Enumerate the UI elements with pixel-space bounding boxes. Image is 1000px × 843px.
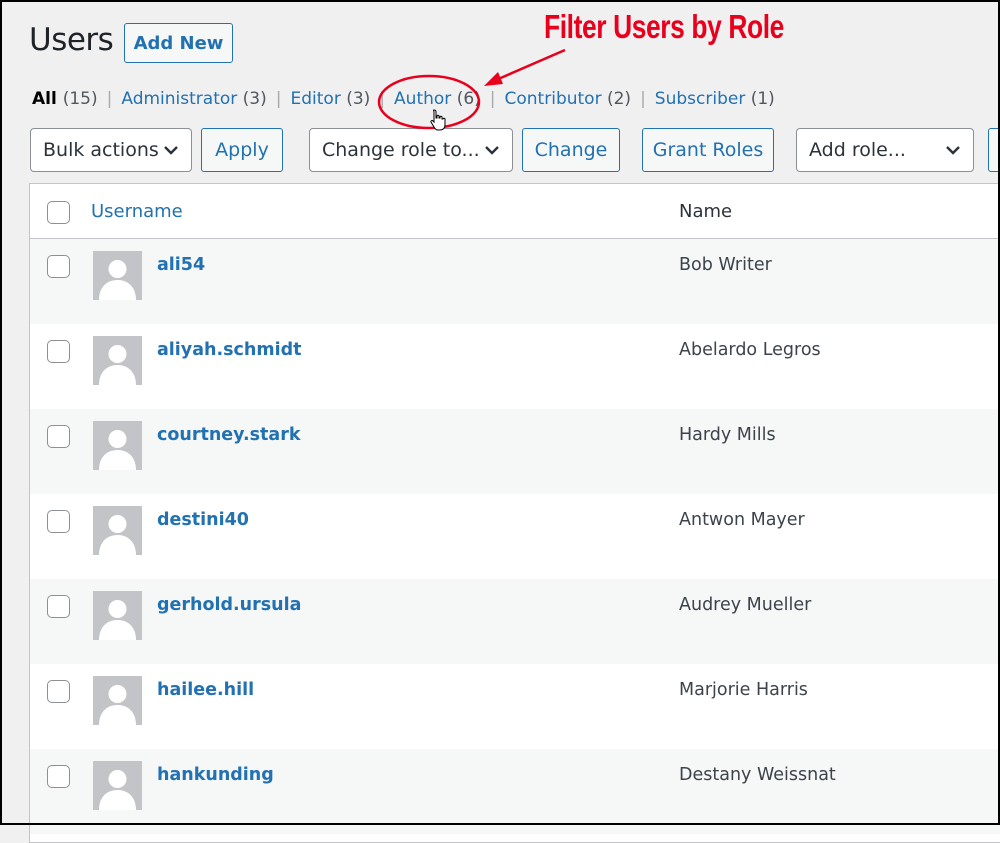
table-row: hailee.hill Marjorie Harris: [30, 664, 1000, 749]
hand-cursor-icon: [430, 109, 446, 131]
row-checkbox[interactable]: [47, 680, 70, 703]
table-row: gerhold.ursula Audrey Mueller: [30, 579, 1000, 664]
role-filter-links: All (15) | Administrator (3) | Editor (3…: [32, 89, 775, 109]
separator: |: [106, 89, 113, 109]
table-header: Username Name: [30, 184, 1000, 239]
change-button[interactable]: Change: [522, 128, 620, 172]
table-body: ali54 Bob Writer aliyah.schmidt Abelardo Le…: [30, 239, 1000, 834]
filter-author[interactable]: Author (6): [394, 89, 481, 109]
user-avatar-icon: [99, 600, 136, 640]
username-link[interactable]: hailee.hill: [157, 680, 254, 700]
filter-count: (15): [62, 89, 98, 109]
avatar: [93, 421, 142, 470]
separator: |: [275, 89, 282, 109]
apply-button[interactable]: Apply: [201, 128, 283, 172]
filter-count: (6): [456, 89, 481, 109]
user-full-name: Bob Writer: [679, 255, 772, 275]
filter-editor[interactable]: Editor (3): [291, 89, 371, 109]
filter-all[interactable]: All (15): [32, 89, 98, 109]
filter-label: Contributor: [504, 89, 602, 109]
username-link[interactable]: destini40: [157, 510, 249, 530]
separator: |: [489, 89, 496, 109]
user-full-name: Antwon Mayer: [679, 510, 805, 530]
add-new-button[interactable]: Add New: [124, 23, 233, 63]
avatar: [93, 591, 142, 640]
user-avatar-icon: [99, 260, 136, 300]
column-name: Name: [679, 201, 733, 222]
filter-label: Administrator: [121, 89, 238, 109]
change-role-select[interactable]: Change role to...: [309, 128, 513, 172]
table-row: destini40 Antwon Mayer: [30, 494, 1000, 579]
user-avatar-icon: [99, 515, 136, 555]
filter-count: (2): [606, 89, 632, 109]
filter-label: All: [32, 89, 57, 109]
user-avatar-icon: [99, 770, 136, 810]
annotation-arrow-line: [495, 48, 566, 82]
username-link[interactable]: hankunding: [157, 765, 274, 785]
partial-button[interactable]: [988, 128, 1000, 172]
row-checkbox[interactable]: [47, 510, 70, 533]
chevron-down-icon: [946, 146, 960, 155]
add-role-value: Add role...: [809, 139, 906, 161]
filter-contributor[interactable]: Contributor (2): [505, 89, 632, 109]
table-row: hankunding Destany Weissnat: [30, 749, 1000, 834]
column-username[interactable]: Username: [91, 201, 183, 222]
filter-count: (3): [346, 89, 371, 109]
annotation-label: Filter Users by Role: [544, 8, 784, 45]
user-full-name: Audrey Mueller: [679, 595, 812, 615]
table-row: ali54 Bob Writer: [30, 239, 1000, 324]
row-checkbox[interactable]: [47, 595, 70, 618]
row-checkbox[interactable]: [47, 340, 70, 363]
bulk-actions-select[interactable]: Bulk actions: [30, 128, 192, 172]
add-role-select[interactable]: Add role...: [796, 128, 974, 172]
page-title: Users: [29, 22, 114, 58]
user-full-name: Hardy Mills: [679, 425, 776, 445]
change-role-value: Change role to...: [322, 139, 480, 161]
row-checkbox[interactable]: [47, 255, 70, 278]
separator: |: [379, 89, 386, 109]
username-link[interactable]: courtney.stark: [157, 425, 301, 445]
user-avatar-icon: [99, 430, 136, 470]
chevron-down-icon: [485, 146, 499, 155]
avatar: [93, 676, 142, 725]
user-full-name: Marjorie Harris: [679, 680, 808, 700]
bulk-actions-value: Bulk actions: [43, 139, 159, 161]
filter-label: Author: [394, 89, 452, 109]
user-full-name: Abelardo Legros: [679, 340, 821, 360]
grant-roles-button[interactable]: Grant Roles: [642, 128, 774, 172]
table-row: courtney.stark Hardy Mills: [30, 409, 1000, 494]
user-avatar-icon: [99, 685, 136, 725]
filter-count: (3): [242, 89, 267, 109]
row-checkbox[interactable]: [47, 425, 70, 448]
avatar: [93, 336, 142, 385]
filter-count: (1): [750, 89, 775, 109]
user-full-name: Destany Weissnat: [679, 765, 836, 785]
row-checkbox[interactable]: [47, 765, 70, 788]
username-link[interactable]: aliyah.schmidt: [157, 340, 302, 360]
avatar: [93, 506, 142, 555]
filter-label: Subscriber: [654, 89, 746, 109]
avatar: [93, 761, 142, 810]
username-link[interactable]: gerhold.ursula: [157, 595, 301, 615]
chevron-down-icon: [164, 146, 178, 155]
filter-subscriber[interactable]: Subscriber (1): [655, 89, 775, 109]
filter-label: Editor: [290, 89, 341, 109]
annotation-arrow-head: [484, 72, 503, 86]
table-row: aliyah.schmidt Abelardo Legros: [30, 324, 1000, 409]
separator: |: [640, 89, 646, 109]
username-link[interactable]: ali54: [157, 255, 205, 275]
filter-administrator[interactable]: Administrator (3): [121, 89, 266, 109]
select-all-checkbox[interactable]: [47, 201, 70, 224]
users-table: Username Name ali54 Bob Writer aliyah.schm…: [29, 183, 1000, 843]
avatar: [93, 251, 142, 300]
user-avatar-icon: [99, 345, 136, 385]
